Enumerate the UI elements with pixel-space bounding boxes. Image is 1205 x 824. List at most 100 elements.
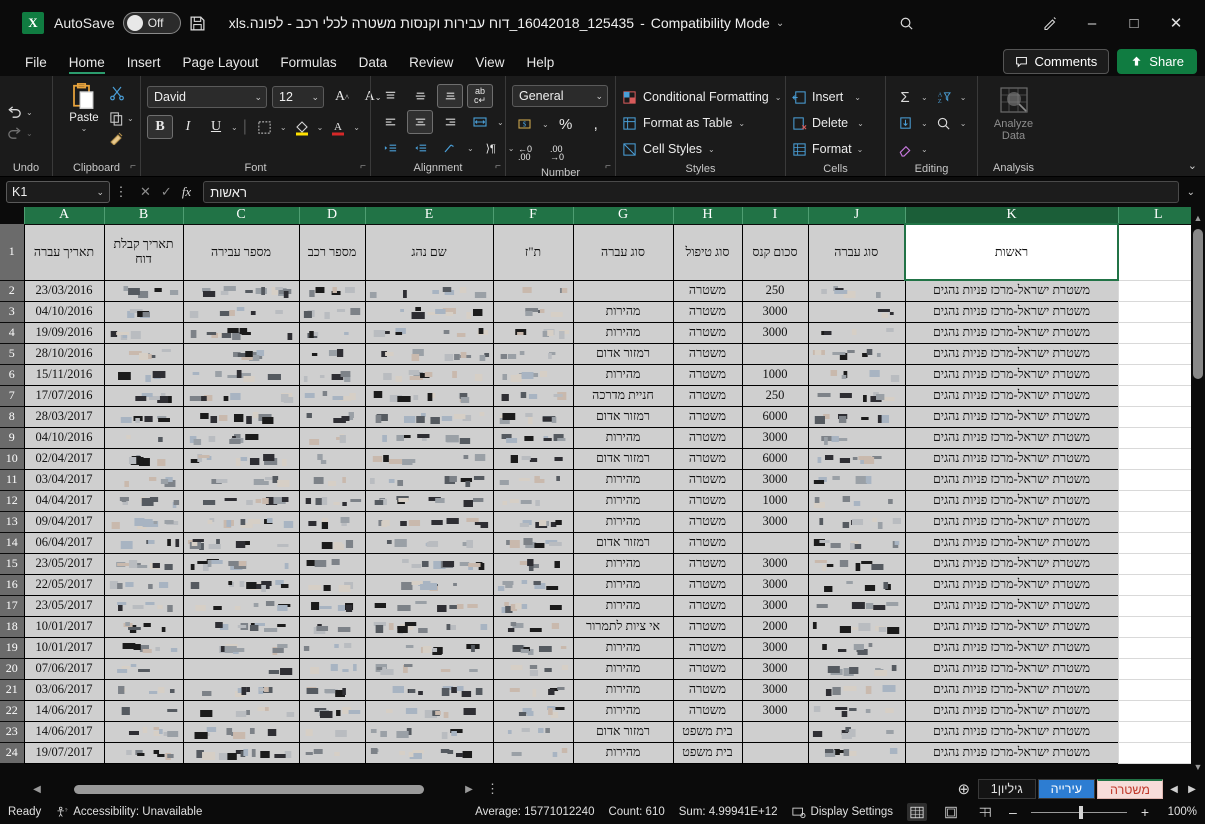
cell-e14[interactable] [364,531,494,554]
merge-cells-button[interactable] [467,110,493,134]
increase-indent-button[interactable] [377,136,403,160]
cell-h19[interactable]: משטרה [672,636,743,659]
cell-g16[interactable]: מהירות [572,573,674,596]
cell-j11[interactable] [807,468,906,491]
cell-f9[interactable] [492,426,574,449]
row-header-19[interactable]: 19 [0,637,25,659]
cell-i14[interactable] [741,531,809,554]
sheet-tab-iriya[interactable]: עירייה [1037,779,1096,799]
header-cell-c1[interactable]: מספר עבירה [182,223,300,281]
cell-a22[interactable]: 14/06/2017 [23,699,105,722]
table-row[interactable]: משטרת ישראל-מרכז פניות נהגים 1000 משטרה מהי… [0,363,1199,386]
cell-h21[interactable]: משטרה [672,678,743,701]
cell-l14[interactable] [1117,531,1199,554]
cell-e17[interactable] [364,594,494,617]
conditional-formatting-button[interactable]: Conditional Formatting ⌄ [622,85,781,109]
scroll-right-icon[interactable]: ▶ [460,784,478,795]
comments-button[interactable]: Comments [1003,49,1110,74]
cell-l13[interactable] [1117,510,1199,533]
cell-d7[interactable] [298,384,366,407]
autosum-chevron-down-icon[interactable]: ⌄ [921,93,928,102]
header-cell-i1[interactable]: סכום קנס [741,223,809,281]
row-header-22[interactable]: 22 [0,700,25,722]
search-icon[interactable] [887,7,927,39]
formula-input[interactable]: ראשות [203,181,1179,203]
fx-icon[interactable]: fx [182,184,191,200]
find-select-button[interactable] [931,111,957,135]
increase-font-size-button[interactable]: A ^ [329,85,355,109]
cell-d5[interactable] [298,342,366,365]
table-row[interactable]: משטרת ישראל-מרכז פניות נהגים 3000 משטרה מהי… [0,300,1199,323]
cell-h24[interactable]: בית משפט [672,741,743,764]
accessibility-status[interactable]: ? Accessibility: Unavailable [55,806,202,819]
cell-j7[interactable] [807,384,906,407]
header-cell-l1[interactable] [1117,223,1199,281]
bold-button[interactable]: B [147,115,173,139]
cell-f23[interactable] [492,720,574,743]
cell-j12[interactable] [807,489,906,512]
table-row[interactable]: משטרת ישראל-מרכז פניות נהגים 3000 משטרה מהי… [0,678,1199,701]
close-button[interactable]: ✕ [1155,6,1197,40]
autosum-button[interactable]: Σ [892,85,918,109]
cell-k21[interactable]: משטרת ישראל-מרכז פניות נהגים [904,678,1119,701]
cell-f20[interactable] [492,657,574,680]
cut-button[interactable] [109,85,134,106]
row-header-14[interactable]: 14 [0,532,25,554]
row-header-8[interactable]: 8 [0,406,25,428]
maximize-button[interactable]: □ [1113,6,1155,40]
cell-a9[interactable]: 04/10/2016 [23,426,105,449]
cell-d13[interactable] [298,510,366,533]
cell-a7[interactable]: 17/07/2016 [23,384,105,407]
fill-button[interactable] [892,111,918,135]
delete-chevron-down-icon[interactable]: ⌄ [857,119,864,128]
save-icon[interactable] [181,8,215,38]
cell-i8[interactable]: 6000 [741,405,809,428]
column-header-l[interactable]: L [1117,207,1198,225]
select-all-corner[interactable] [0,207,24,224]
cell-i5[interactable] [741,342,809,365]
cell-k7[interactable]: משטרת ישראל-מרכז פניות נהגים [904,384,1119,407]
row-header-5[interactable]: 5 [0,343,25,365]
cell-b8[interactable] [103,405,184,428]
cell-g6[interactable]: מהירות [572,363,674,386]
table-row[interactable]: משטרת ישראל-מרכז פניות נהגים 3000 משטרה מהי… [0,510,1199,533]
cell-c24[interactable] [182,741,300,764]
orientation-button[interactable] [437,136,463,160]
table-row[interactable]: משטרת ישראל-מרכז פניות נהגים 3000 משטרה מהי… [0,657,1199,680]
cell-l9[interactable] [1117,426,1199,449]
cell-b12[interactable] [103,489,184,512]
ribbon-tab-help[interactable]: Help [515,52,565,76]
cell-a14[interactable]: 06/04/2017 [23,531,105,554]
insert-cells-button[interactable]: Insert ⌄ [792,85,861,109]
row-header-10[interactable]: 10 [0,448,25,470]
cell-a21[interactable]: 03/06/2017 [23,678,105,701]
cell-l20[interactable] [1117,657,1199,680]
row-header-18[interactable]: 18 [0,616,25,638]
cell-i23[interactable] [741,720,809,743]
cell-h2[interactable]: משטרה [672,279,743,302]
cell-j21[interactable] [807,678,906,701]
header-cell-a1[interactable]: תאריך עברה [23,223,105,281]
cell-a19[interactable]: 10/01/2017 [23,636,105,659]
cell-l7[interactable] [1117,384,1199,407]
cell-c4[interactable] [182,321,300,344]
cell-g2[interactable] [572,279,674,302]
cell-k2[interactable]: משטרת ישראל-מרכז פניות נהגים [904,279,1119,302]
cell-d3[interactable] [298,300,366,323]
cell-styles-chevron-down-icon[interactable]: ⌄ [708,145,715,154]
font-name-chevron-down-icon[interactable]: ⌄ [254,92,262,103]
cell-i13[interactable]: 3000 [741,510,809,533]
cell-e13[interactable] [364,510,494,533]
column-header-j[interactable]: J [807,207,905,225]
cell-k17[interactable]: משטרת ישראל-מרכז פניות נהגים [904,594,1119,617]
column-header-c[interactable]: C [182,207,299,225]
orientation-chevron-down-icon[interactable]: ⌄ [467,144,474,153]
row-header-13[interactable]: 13 [0,511,25,533]
format-painter-button[interactable] [109,131,134,150]
underline-button[interactable]: U [203,115,229,139]
row-header-15[interactable]: 15 [0,553,25,575]
cell-c10[interactable] [182,447,300,470]
cell-i16[interactable]: 3000 [741,573,809,596]
cell-f21[interactable] [492,678,574,701]
clipboard-dialog-launcher-icon[interactable]: ⌐ [130,159,136,175]
